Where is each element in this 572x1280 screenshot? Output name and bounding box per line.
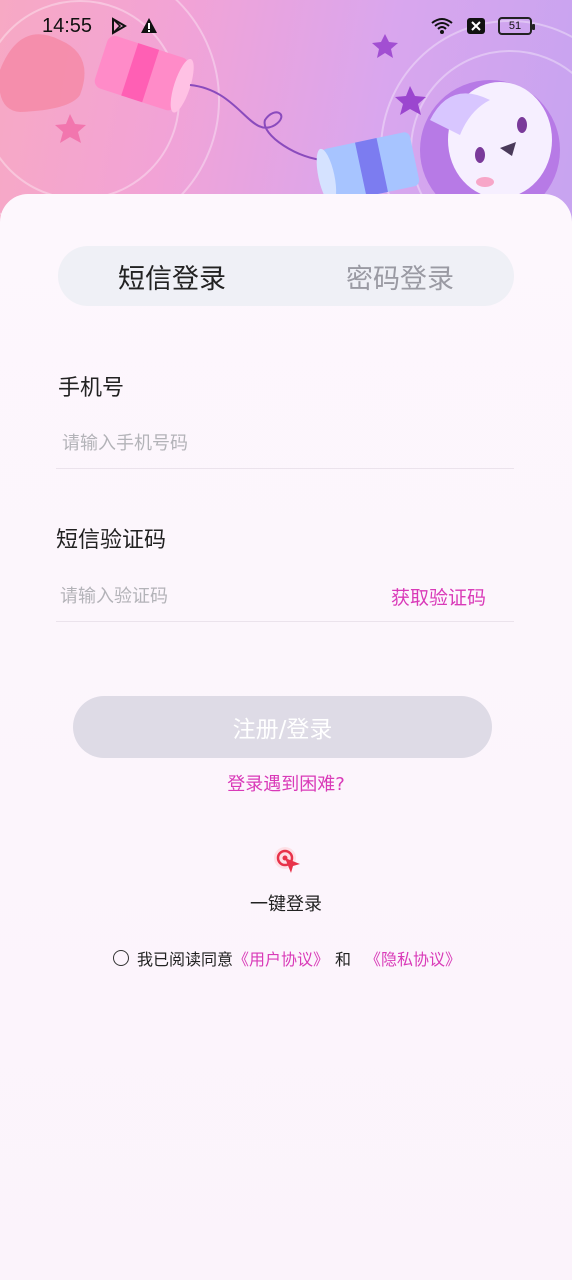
agreement-checkbox[interactable] (113, 950, 129, 966)
tab-sms-login[interactable]: 短信登录 (58, 257, 286, 296)
login-trouble-link[interactable]: 登录遇到困难? (0, 770, 572, 796)
login-tabs: 短信登录 密码登录 (58, 246, 514, 306)
user-agreement-link[interactable]: 《用户协议》 (233, 946, 329, 970)
battery-level: 51 (508, 20, 522, 32)
agreement-prefix: 我已阅读同意 (137, 950, 234, 969)
battery-indicator: 51 (498, 17, 535, 35)
phone-input[interactable] (56, 433, 514, 454)
phone-label: 手机号 (58, 376, 125, 401)
one-key-login-label[interactable]: 一键登录 (0, 890, 572, 916)
wifi-icon (431, 18, 453, 34)
warning-icon (141, 18, 158, 33)
sms-code-label: 短信验证码 (56, 528, 167, 553)
get-code-button[interactable]: 获取验证码 (391, 583, 486, 610)
play-store-icon (112, 17, 128, 35)
status-time: 14:55 (42, 14, 93, 37)
login-card: 短信登录 密码登录 手机号 短信验证码 获取验证码 注册/登录 登录遇到困难? … (0, 194, 572, 1280)
sms-code-input[interactable] (56, 586, 391, 607)
tab-password-login[interactable]: 密码登录 (286, 257, 514, 296)
agreement-and: 和 (335, 950, 352, 969)
phone-field-row (56, 419, 514, 469)
status-bar: 14:55 51 (0, 0, 572, 52)
register-login-button[interactable]: 注册/登录 (73, 696, 492, 758)
one-key-login-icon[interactable] (270, 844, 304, 878)
agreement-row: 我已阅读同意 《用户协议》 和 《隐私协议》 (113, 946, 461, 970)
privacy-policy-link[interactable]: 《隐私协议》 (365, 946, 461, 970)
close-box-icon (467, 18, 485, 34)
sms-code-field-row: 获取验证码 (56, 572, 514, 622)
